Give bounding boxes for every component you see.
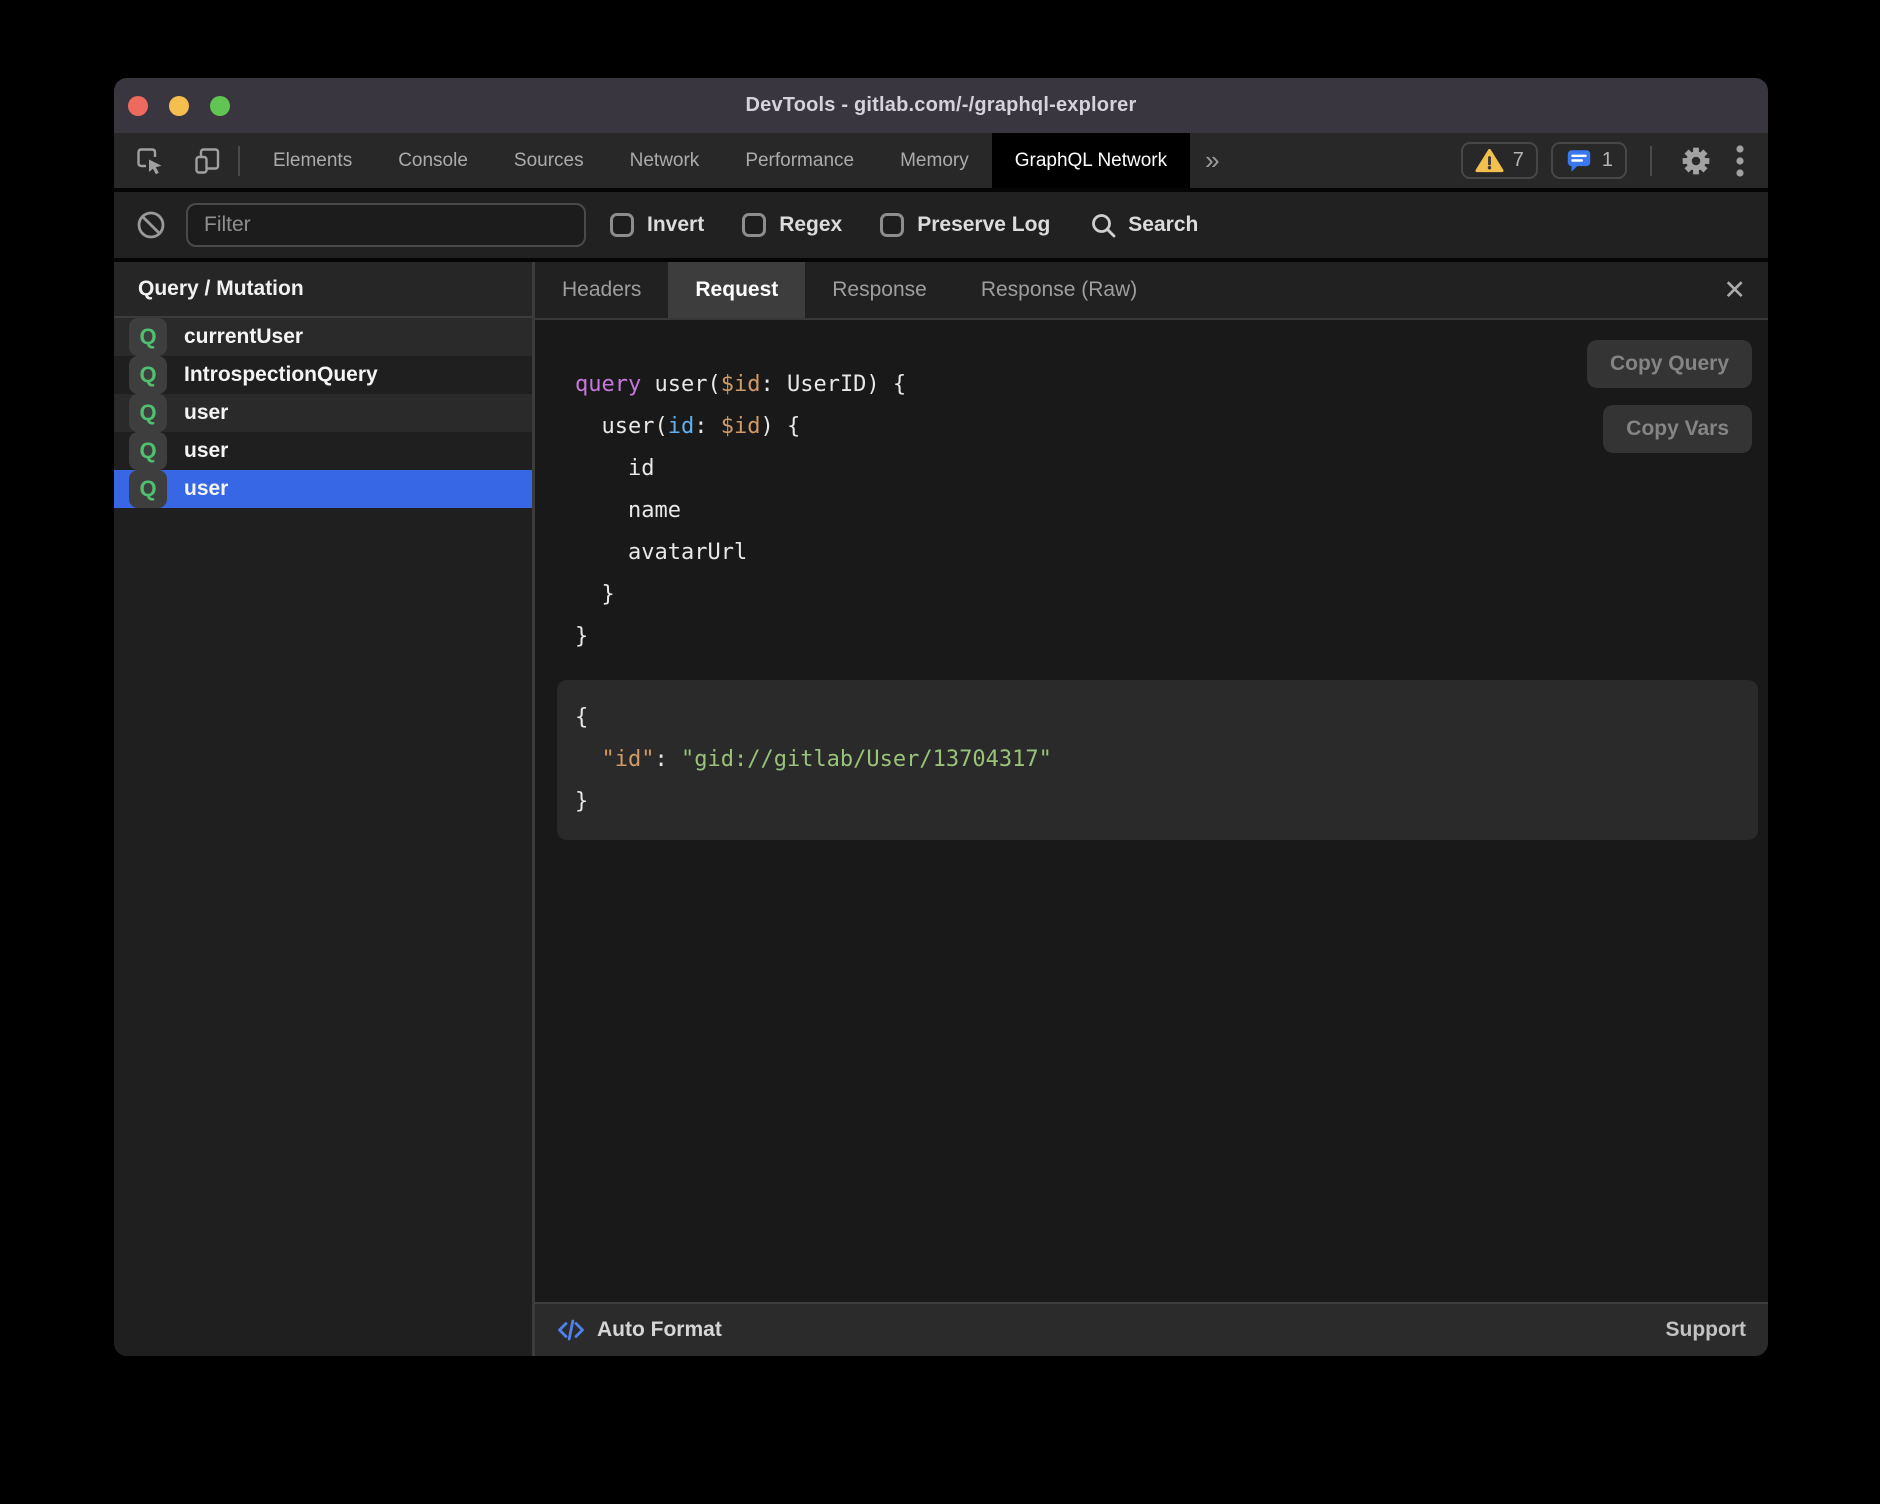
- query-list-header: Query / Mutation: [114, 262, 532, 318]
- devtools-tab-elements[interactable]: Elements: [250, 133, 375, 188]
- filter-option-regex[interactable]: Regex: [742, 213, 842, 237]
- panel-footer: Auto Format Support: [535, 1302, 1768, 1356]
- query-type-badge: Q: [129, 318, 167, 356]
- devtools-tab-console[interactable]: Console: [375, 133, 491, 188]
- filter-option-preserve-log[interactable]: Preserve Log: [880, 213, 1050, 237]
- query-list-item-user-4[interactable]: Quser: [114, 470, 532, 508]
- code-line: }: [575, 781, 1740, 823]
- query-name-label: IntrospectionQuery: [184, 363, 378, 387]
- devtools-tab-sources[interactable]: Sources: [491, 133, 607, 188]
- tab-response-raw[interactable]: Response (Raw): [954, 262, 1164, 318]
- message-icon: [1565, 147, 1593, 174]
- checkbox-label: Invert: [647, 213, 704, 237]
- copy-buttons: Copy Query Copy Vars: [1587, 340, 1752, 453]
- devtools-tab-performance[interactable]: Performance: [722, 133, 877, 188]
- devtools-tab-memory[interactable]: Memory: [877, 133, 992, 188]
- query-name-label: user: [184, 439, 228, 463]
- query-type-badge: Q: [129, 470, 167, 508]
- toolbar-separator: [238, 146, 240, 176]
- code-format-icon[interactable]: [557, 1317, 585, 1343]
- settings-gear-icon[interactable]: [1675, 145, 1717, 177]
- window-title: DevTools - gitlab.com/-/graphql-explorer: [745, 94, 1136, 117]
- tab-request[interactable]: Request: [668, 262, 805, 318]
- query-list-item-introspectionquery-1[interactable]: Q IntrospectionQuery: [114, 356, 532, 394]
- auto-format-label[interactable]: Auto Format: [597, 1318, 722, 1342]
- search-toggle[interactable]: Search: [1090, 212, 1198, 239]
- query-list-panel: Query / Mutation QcurrentUserQIntrospect…: [114, 262, 535, 1356]
- code-line: {: [575, 697, 1740, 739]
- device-toolbar-icon[interactable]: [188, 146, 228, 176]
- request-body: query user($id: UserID) { user(id: $id) …: [535, 320, 1768, 1302]
- clear-block-icon[interactable]: [130, 209, 172, 241]
- checkbox-invert[interactable]: [610, 213, 634, 237]
- filter-bar: Invert Regex Preserve Log Search: [114, 192, 1768, 262]
- more-tabs-button[interactable]: »: [1190, 133, 1234, 188]
- traffic-lights: [114, 78, 230, 133]
- query-name-label: user: [184, 477, 228, 501]
- warning-icon: [1475, 147, 1504, 174]
- copy-query-button[interactable]: Copy Query: [1587, 340, 1752, 388]
- close-window-button[interactable]: [128, 96, 148, 116]
- devtools-window: DevTools - gitlab.com/-/graphql-explorer…: [114, 78, 1768, 1356]
- code-line: }: [575, 616, 1768, 658]
- devtools-tab-network[interactable]: Network: [607, 133, 723, 188]
- code-line: avatarUrl: [575, 532, 1768, 574]
- issues-badge[interactable]: 1: [1551, 142, 1627, 179]
- content-area: Query / Mutation QcurrentUserQIntrospect…: [114, 262, 1768, 1356]
- request-detail-panel: HeadersRequestResponseResponse (Raw) ✕ q…: [535, 262, 1768, 1356]
- zoom-window-button[interactable]: [210, 96, 230, 116]
- query-name-label: user: [184, 401, 228, 425]
- query-type-badge: Q: [129, 432, 167, 470]
- query-type-badge: Q: [129, 394, 167, 432]
- warnings-count: 7: [1513, 149, 1524, 172]
- detail-tabs: HeadersRequestResponseResponse (Raw): [535, 262, 1164, 318]
- devtools-tabs: ElementsConsoleSourcesNetworkPerformance…: [250, 133, 1190, 188]
- search-label: Search: [1128, 213, 1198, 237]
- copy-vars-button[interactable]: Copy Vars: [1603, 405, 1752, 453]
- search-icon: [1090, 212, 1117, 239]
- minimize-window-button[interactable]: [169, 96, 189, 116]
- code-line: }: [575, 574, 1768, 616]
- close-panel-icon[interactable]: ✕: [1723, 277, 1746, 304]
- query-list: QcurrentUserQIntrospectionQueryQuserQuse…: [114, 318, 532, 508]
- tab-response[interactable]: Response: [805, 262, 954, 318]
- query-list-item-currentuser-0[interactable]: QcurrentUser: [114, 318, 532, 356]
- checkbox-label: Preserve Log: [917, 213, 1050, 237]
- inspect-element-icon[interactable]: [130, 146, 170, 176]
- warnings-badge[interactable]: 7: [1461, 142, 1538, 179]
- detail-tab-bar: HeadersRequestResponseResponse (Raw) ✕: [535, 262, 1768, 320]
- graphql-variables-code: { "id": "gid://gitlab/User/13704317"}: [575, 697, 1740, 823]
- support-link[interactable]: Support: [1666, 1318, 1746, 1342]
- query-list-item-user-2[interactable]: Quser: [114, 394, 532, 432]
- checkbox-regex[interactable]: [742, 213, 766, 237]
- toolbar-separator: [1650, 146, 1652, 176]
- checkbox-label: Regex: [779, 213, 842, 237]
- code-line: "id": "gid://gitlab/User/13704317": [575, 739, 1740, 781]
- checkbox-preserve-log[interactable]: [880, 213, 904, 237]
- code-line: id: [575, 448, 1768, 490]
- query-name-label: currentUser: [184, 325, 303, 349]
- query-list-item-user-3[interactable]: Quser: [114, 432, 532, 470]
- devtools-tab-bar: ElementsConsoleSourcesNetworkPerformance…: [114, 133, 1768, 192]
- filter-input[interactable]: [186, 203, 586, 247]
- tab-headers[interactable]: Headers: [535, 262, 668, 318]
- kebab-menu-icon[interactable]: [1730, 144, 1750, 178]
- filter-options: Invert Regex Preserve Log: [610, 213, 1050, 237]
- title-bar: DevTools - gitlab.com/-/graphql-explorer: [114, 78, 1768, 133]
- issues-count: 1: [1602, 149, 1613, 172]
- code-line: name: [575, 490, 1768, 532]
- filter-option-invert[interactable]: Invert: [610, 213, 704, 237]
- variables-box: { "id": "gid://gitlab/User/13704317"}: [557, 680, 1758, 840]
- query-type-badge: Q: [129, 356, 167, 394]
- devtools-tab-graphql-network[interactable]: GraphQL Network: [992, 133, 1190, 188]
